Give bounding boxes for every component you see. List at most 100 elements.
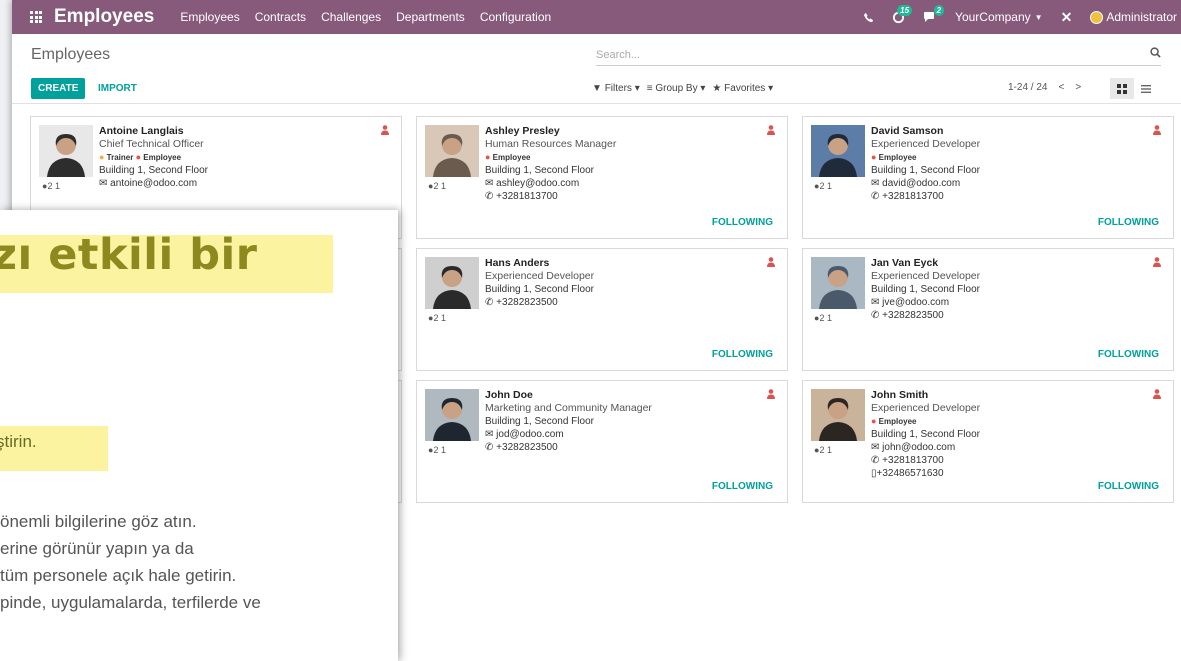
user-name: Administrator	[1106, 10, 1177, 24]
create-button[interactable]: CREATE	[31, 78, 86, 99]
employee-photo[interactable]	[811, 125, 865, 177]
avatar	[1090, 10, 1104, 24]
employee-photo[interactable]	[425, 257, 479, 309]
card-counters: ●2 1	[42, 181, 60, 191]
employee-info: Antoine Langlais Chief Technical Officer ●…	[99, 125, 208, 190]
employee-info: Jan Van Eyck Experienced Developer Buildin…	[871, 257, 980, 322]
employee-photo[interactable]	[425, 389, 479, 441]
messaging-icon[interactable]: 2	[923, 5, 945, 23]
card-counters: ●2 1	[814, 445, 832, 455]
employee-card[interactable]: ●2 1 Hans Anders Experienced Developer Bui…	[416, 248, 788, 371]
kanban-view-icon[interactable]	[1110, 78, 1134, 99]
employee-photo[interactable]	[425, 125, 479, 177]
card-counters: ●2 1	[428, 313, 446, 323]
employee-tags: ● Trainer ● Employee	[99, 151, 208, 164]
tag: ● Employee	[485, 152, 531, 162]
filters-dropdown[interactable]: ▼ Filters ▾	[592, 83, 640, 94]
phone-icon[interactable]	[863, 12, 874, 23]
search-options: ▼ Filters ▾ ≡ Group By ▾ ★ Favorites ▾	[592, 83, 773, 94]
debug-tools-icon[interactable]: ✕	[1061, 9, 1073, 26]
employee-email: ✉ david@odoo.com	[871, 178, 961, 189]
employee-photo[interactable]	[811, 257, 865, 309]
control-panel: Employees Search... CREATE IMPORT ▼ Filt…	[12, 34, 1181, 104]
phone-icon: ✆	[485, 442, 494, 453]
chevron-down-icon: ▾	[700, 83, 706, 94]
user-menu[interactable]: Administrator	[1090, 10, 1177, 24]
company-switcher[interactable]: YourCompany ▼	[955, 10, 1043, 24]
chevron-down-icon: ▾	[634, 83, 640, 94]
envelope-icon: ✉	[871, 297, 880, 308]
employee-photo[interactable]	[811, 389, 865, 441]
phone-icon: ✆	[485, 191, 494, 202]
message-badge: 2	[933, 5, 945, 16]
following-button[interactable]: FOLLOWING	[712, 481, 773, 492]
user-status-icon	[767, 125, 775, 135]
groupby-dropdown[interactable]: ≡ Group By ▾	[647, 83, 706, 94]
following-button[interactable]: FOLLOWING	[1098, 481, 1159, 492]
user-status-icon	[1153, 389, 1161, 399]
overlay-body-line: önemli bilgilerine göz atın.	[0, 512, 197, 531]
employee-card[interactable]: ●2 1 John Smith Experienced Developer ● Em…	[802, 380, 1174, 503]
star-icon: ★	[712, 83, 722, 94]
employee-job-title: Experienced Developer	[871, 402, 981, 414]
employee-email: ✉ jve@odoo.com	[871, 297, 950, 308]
tag: ● Trainer	[99, 152, 134, 162]
envelope-icon: ✉	[485, 429, 494, 440]
employee-location: Building 1, Second Floor	[871, 165, 980, 176]
employee-email: ✉ john@odoo.com	[871, 442, 956, 453]
menu-employees[interactable]: Employees	[180, 10, 239, 24]
user-status-icon	[381, 125, 389, 135]
pager-value[interactable]: 1-24 / 24	[1008, 82, 1047, 93]
employee-photo[interactable]	[39, 125, 93, 177]
following-button[interactable]: FOLLOWING	[1098, 349, 1159, 360]
employee-name: Ashley Presley	[485, 125, 560, 137]
following-button[interactable]: FOLLOWING	[1098, 217, 1159, 228]
list-view-icon[interactable]	[1134, 78, 1158, 99]
menu-contracts[interactable]: Contracts	[255, 10, 306, 24]
app-title[interactable]: Employees	[54, 6, 154, 28]
pager-previous-icon[interactable]: <	[1058, 82, 1064, 93]
employee-phone: ✆ +3281813700	[871, 191, 944, 202]
following-button[interactable]: FOLLOWING	[712, 217, 773, 228]
employee-location: Building 1, Second Floor	[485, 416, 594, 427]
promo-overlay-panel: zı etkili bir ştirin. önemli bilgilerine…	[0, 210, 398, 661]
employee-email: ✉ ashley@odoo.com	[485, 178, 580, 189]
apps-grid-icon[interactable]	[30, 11, 42, 23]
following-button[interactable]: FOLLOWING	[712, 349, 773, 360]
employee-phone: ✆ +3281813700	[871, 455, 944, 466]
phone-icon: ✆	[871, 455, 880, 466]
search-input[interactable]: Search...	[596, 46, 1161, 66]
menu-challenges[interactable]: Challenges	[321, 10, 381, 24]
search-placeholder: Search...	[596, 49, 641, 61]
employee-location: Building 1, Second Floor	[871, 284, 980, 295]
filters-label: Filters	[604, 83, 632, 94]
top-navbar: Employees Employees Contracts Challenges…	[12, 0, 1181, 34]
employee-phone: ✆ +3282823500	[485, 442, 558, 453]
favorites-dropdown[interactable]: ★ Favorites ▾	[712, 83, 773, 94]
overlay-body: önemli bilgilerine göz atın. erine görün…	[0, 508, 261, 616]
pager-next-icon[interactable]: >	[1075, 82, 1081, 93]
activity-icon[interactable]: 15	[892, 4, 913, 24]
employee-name: Antoine Langlais	[99, 125, 184, 137]
chevron-down-icon: ▼	[1034, 12, 1043, 22]
menu-departments[interactable]: Departments	[396, 10, 465, 24]
menu-configuration[interactable]: Configuration	[480, 10, 551, 24]
employee-card[interactable]: ●2 1 Jan Van Eyck Experienced Developer Bu…	[802, 248, 1174, 371]
list-icon: ≡	[646, 83, 653, 94]
import-button[interactable]: IMPORT	[98, 83, 137, 94]
overlay-subtitle: ştirin.	[0, 432, 37, 451]
search-icon[interactable]	[1150, 46, 1161, 61]
employee-card[interactable]: ●2 1 John Doe Marketing and Community Man…	[416, 380, 788, 503]
employee-tags: ● Employee	[871, 151, 980, 164]
filter-icon: ▼	[592, 83, 602, 94]
employee-job-title: Marketing and Community Manager	[485, 402, 652, 414]
employee-phone: ✆ +3282823500	[871, 310, 944, 321]
overlay-body-line: tüm personele açık hale getirin.	[0, 566, 237, 585]
employee-card[interactable]: ●2 1 Ashley Presley Human Resources Manag…	[416, 116, 788, 239]
employee-location: Building 1, Second Floor	[871, 429, 980, 440]
employee-info: Ashley Presley Human Resources Manager ● E…	[485, 125, 616, 203]
user-status-icon	[767, 389, 775, 399]
breadcrumb[interactable]: Employees	[31, 46, 110, 64]
employee-card[interactable]: ●2 1 David Samson Experienced Developer ● …	[802, 116, 1174, 239]
employee-mobile: ▯+32486571630	[871, 468, 944, 479]
